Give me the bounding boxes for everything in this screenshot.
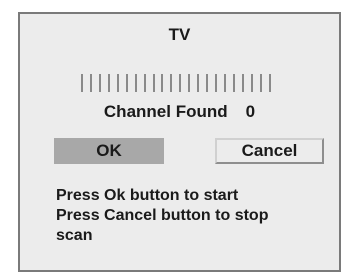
progress-tick — [188, 74, 191, 92]
channel-found-count: 0 — [245, 102, 256, 121]
progress-tick — [268, 74, 271, 92]
progress-tick — [259, 74, 262, 92]
progress-tick — [170, 74, 173, 92]
progress-tick — [125, 74, 128, 92]
ok-button-label: OK — [96, 141, 122, 160]
help-line: Press Cancel button to stop — [56, 207, 269, 224]
progress-tick — [224, 74, 226, 92]
help-line: Press Ok button to start — [56, 187, 239, 204]
dialog-title: TV — [168, 25, 191, 44]
progress-tick — [152, 74, 155, 92]
scan-progress-bar — [81, 74, 271, 92]
progress-tick — [116, 74, 119, 92]
progress-tick — [98, 74, 101, 92]
cancel-button[interactable]: Cancel — [215, 138, 324, 164]
progress-tick — [134, 74, 137, 92]
help-line: scan — [56, 227, 93, 244]
progress-tick — [107, 74, 110, 92]
progress-tick — [250, 74, 253, 92]
scan-dialog: TV Channel Found 0 OK Cancel Press Ok but… — [18, 12, 341, 272]
ok-button[interactable]: OK — [54, 138, 164, 164]
progress-tick — [89, 74, 92, 92]
channel-found-row: Channel Found 0 — [20, 102, 339, 122]
progress-tick — [161, 74, 164, 92]
channel-found-label: Channel Found — [103, 102, 228, 121]
help-text: Press Ok button to start Press Cancel bu… — [56, 186, 336, 246]
progress-tick — [241, 74, 244, 92]
progress-tick — [81, 74, 83, 92]
progress-tick — [179, 74, 182, 92]
progress-tick — [206, 74, 209, 92]
progress-tick — [197, 74, 200, 92]
cancel-button-label: Cancel — [241, 141, 298, 160]
progress-tick — [215, 74, 218, 92]
progress-tick — [143, 74, 146, 92]
progress-tick — [232, 74, 235, 92]
